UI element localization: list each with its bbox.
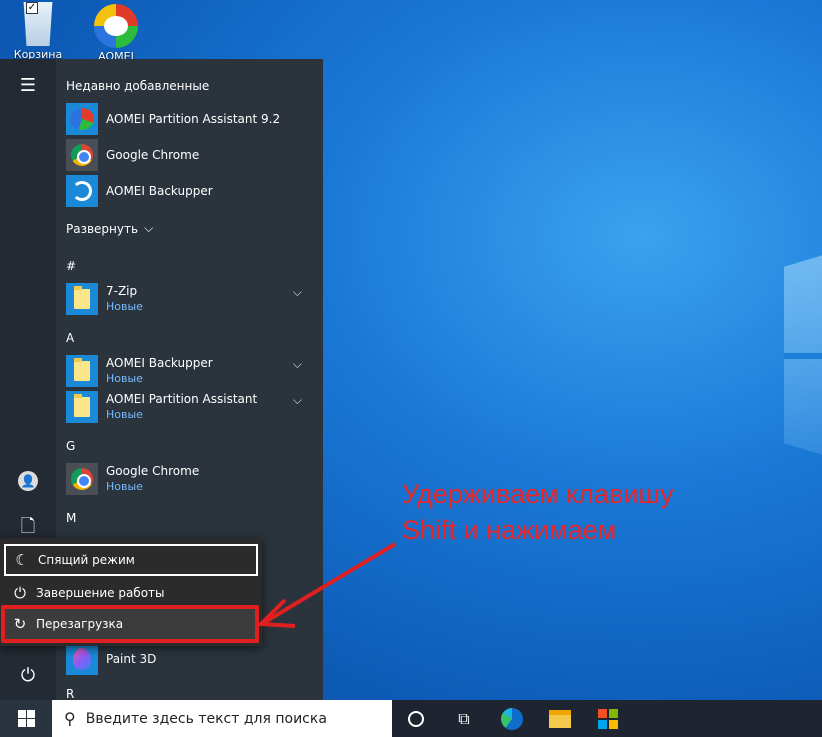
aomei-partition-icon: [66, 103, 98, 135]
search-placeholder: Введите здесь текст для поиска: [85, 710, 327, 727]
chrome-icon: [66, 139, 98, 171]
expand-label: Развернуть: [66, 221, 139, 236]
expand-button[interactable]: Развернуть ⌵: [66, 221, 153, 236]
app-name: Google Chrome: [106, 147, 200, 162]
taskbar-search-box[interactable]: ⚲ Введите здесь текст для поиска: [52, 700, 392, 737]
app-name: AOMEI Backupper: [106, 356, 213, 370]
group-letter-hash[interactable]: #: [66, 259, 76, 273]
cortana-button[interactable]: [392, 700, 440, 737]
edge-icon: [501, 707, 523, 730]
group-letter-a[interactable]: A: [66, 331, 74, 345]
group-letter-m[interactable]: M: [66, 511, 76, 525]
folder-icon: [66, 391, 98, 423]
store-icon: [598, 708, 618, 729]
highlight-box: [1, 605, 259, 643]
edge-button[interactable]: [488, 700, 536, 737]
windows-logo-icon: [17, 710, 35, 727]
user-account-icon[interactable]: 👤: [0, 461, 56, 501]
chevron-down-icon[interactable]: ⌵: [293, 285, 302, 300]
paint-3d-icon: [66, 643, 98, 675]
app-aomei-backupper-recent[interactable]: AOMEI Backupper: [66, 175, 316, 207]
app-google-chrome[interactable]: Google Chrome Новые: [66, 463, 316, 495]
search-icon: ⚲: [64, 709, 76, 728]
app-aomei-partition-assistant-folder[interactable]: AOMEI Partition Assistant Новые ⌵: [66, 391, 316, 423]
app-name: 7-Zip: [106, 284, 138, 298]
hamburger-menu-icon[interactable]: ☰: [0, 65, 56, 105]
app-name: AOMEI Partition Assistant 9.2: [106, 111, 281, 126]
group-letter-g[interactable]: G: [66, 439, 75, 453]
annotation-line-1: Удерживаем клавишу: [402, 479, 674, 509]
app-name: AOMEI Partition Assistant: [106, 392, 258, 406]
desktop-icon-aomei[interactable]: AOMEI: [88, 0, 144, 63]
power-icon: ⏻: [14, 584, 26, 602]
app-aomei-partition-assistant-92[interactable]: AOMEI Partition Assistant 9.2: [66, 103, 316, 135]
chevron-down-icon[interactable]: ⌵: [293, 393, 302, 408]
folder-icon: [66, 283, 98, 315]
aomei-backupper-icon: [66, 175, 98, 207]
group-letter-r[interactable]: R: [66, 687, 74, 700]
app-paint-3d[interactable]: Paint 3D: [66, 643, 316, 675]
aomei-icon: [94, 4, 138, 48]
taskbar: ⚲ Введите здесь текст для поиска ⧉: [0, 700, 822, 737]
app-name: AOMEI Backupper: [106, 183, 213, 198]
start-button[interactable]: [0, 700, 52, 737]
desktop-icon-recycle-bin[interactable]: ✓ Корзина: [10, 0, 66, 61]
chrome-icon: [66, 463, 98, 495]
app-name: Google Chrome: [106, 464, 200, 478]
cortana-icon: [408, 710, 424, 727]
moon-icon: ☾: [15, 551, 29, 569]
power-icon[interactable]: ⏻: [0, 655, 56, 695]
app-aomei-backupper-folder[interactable]: AOMEI Backupper Новые ⌵: [66, 355, 316, 387]
chevron-down-icon[interactable]: ⌵: [293, 357, 302, 372]
desktop-wallpaper-logo: [784, 250, 822, 460]
chevron-down-icon: ⌵: [144, 221, 154, 235]
app-7zip[interactable]: 7-Zip Новые ⌵: [66, 283, 316, 315]
app-name: Paint 3D: [106, 651, 157, 666]
annotation-line-2: Shift и нажимаем: [402, 515, 617, 545]
task-view-button[interactable]: ⧉: [440, 700, 488, 737]
sleep-menu-item[interactable]: ☾ Спящий режим: [4, 544, 258, 576]
store-button[interactable]: [584, 700, 632, 737]
section-recently-added: Недавно добавленные: [66, 79, 210, 93]
annotation-arrow: [256, 542, 397, 628]
app-new-badge: Новые: [106, 480, 143, 493]
recycle-bin-icon: ✓: [23, 2, 53, 46]
task-view-icon: ⧉: [458, 708, 470, 728]
app-new-badge: Новые: [106, 408, 143, 421]
app-new-badge: Новые: [106, 300, 143, 313]
sleep-label: Спящий режим: [38, 553, 135, 567]
shutdown-label: Завершение работы: [36, 586, 165, 600]
app-google-chrome-recent[interactable]: Google Chrome: [66, 139, 316, 171]
file-explorer-button[interactable]: [536, 700, 584, 737]
app-new-badge: Новые: [106, 372, 143, 385]
annotation-text: Удерживаем клавишу Shift и нажимаем: [402, 476, 674, 548]
folder-icon: [66, 355, 98, 387]
folder-icon: [549, 709, 571, 728]
